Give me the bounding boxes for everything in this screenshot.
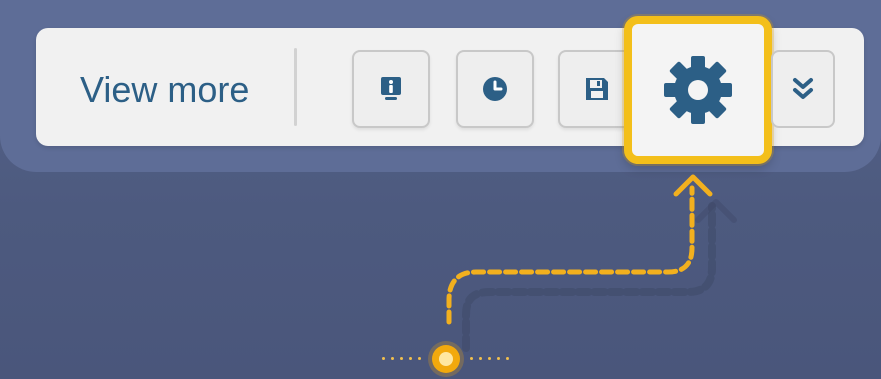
guide-start-dot [432,345,460,373]
guide-arrow-shadow [695,199,737,223]
guide-path [446,185,695,325]
double-chevron-down-icon [793,78,813,99]
guide-dots-right [470,357,509,361]
settings-button[interactable] [624,16,772,164]
view-more-label[interactable]: View more [80,72,249,108]
clock-icon [483,77,507,101]
history-button[interactable] [456,50,534,128]
gear-icon [664,56,732,124]
toolbar: View more [36,16,864,164]
guide-start-dot-core [439,352,453,366]
guide-path-shadow [462,202,716,352]
more-button[interactable] [771,50,835,128]
guide-arrow [673,174,713,197]
info-icon [381,77,401,100]
toolbar-divider [294,48,297,126]
floppy-disk-icon [586,78,608,100]
guide-dots-left [382,357,421,361]
info-button[interactable] [352,50,430,128]
